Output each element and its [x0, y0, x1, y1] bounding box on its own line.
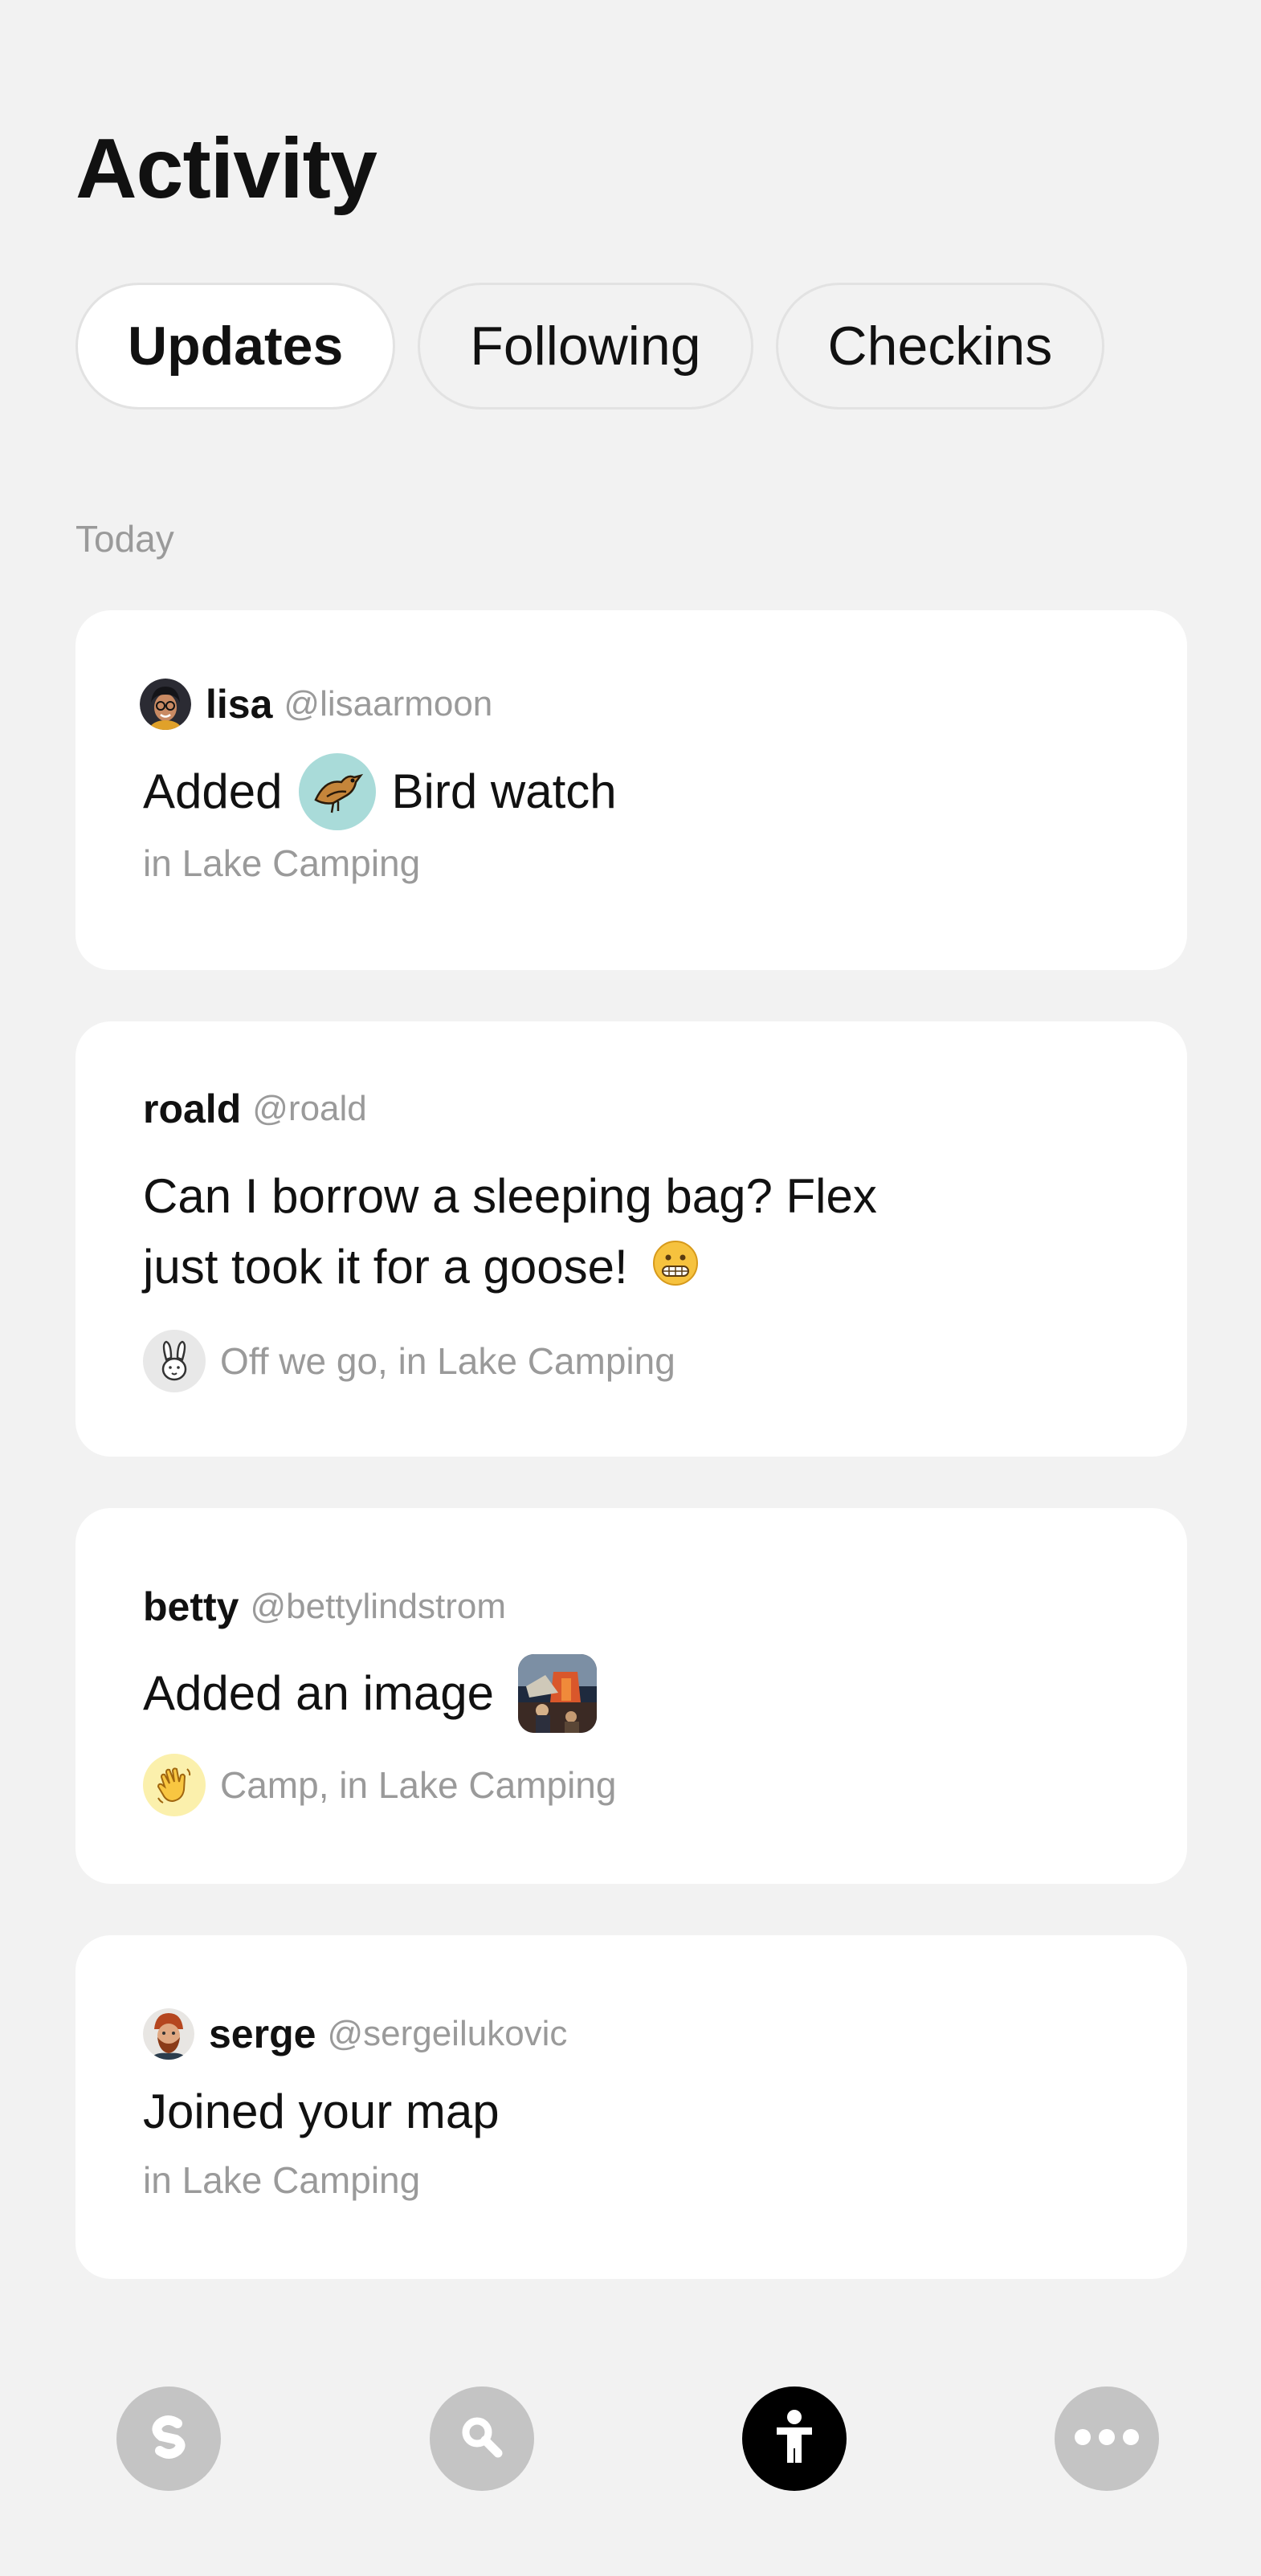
activity-card-betty[interactable]: betty @bettylindstrom Added an image Cam…: [75, 1508, 1187, 1884]
rabbit-icon: [143, 1330, 206, 1393]
card-header: betty @bettylindstrom: [143, 1579, 1120, 1635]
tab-bar: Updates Following Checkins: [75, 283, 1105, 410]
activity-context[interactable]: in Lake Camping: [143, 2158, 1120, 2202]
activity-name[interactable]: Bird watch: [392, 756, 617, 827]
username[interactable]: roald: [143, 1086, 241, 1132]
username[interactable]: betty: [143, 1584, 239, 1630]
username[interactable]: lisa: [206, 681, 272, 728]
card-header: lisa @lisaarmoon: [140, 676, 1120, 732]
activity-context: Camp, in Lake Camping: [220, 1764, 617, 1806]
post-text: Can I borrow a sleeping bag? Flex just t…: [143, 1169, 877, 1294]
image-thumbnail[interactable]: [518, 1654, 597, 1733]
activity-screen: Activity Updates Following Checkins Toda…: [0, 0, 1261, 2576]
tab-checkins[interactable]: Checkins: [775, 283, 1105, 410]
activity-text: Added Bird watch: [143, 753, 1120, 830]
username[interactable]: serge: [209, 2011, 316, 2057]
nav-activity-button[interactable]: [742, 2386, 847, 2491]
activity-card-serge[interactable]: serge @sergeilukovic Joined your map in …: [75, 1935, 1187, 2279]
nav-search-button[interactable]: [430, 2386, 534, 2491]
user-handle: @roald: [252, 1089, 367, 1128]
post-text: Added an image: [143, 1666, 494, 1720]
user-handle: @lisaarmoon: [284, 684, 493, 723]
nav-home-button[interactable]: [116, 2386, 221, 2491]
tab-following[interactable]: Following: [418, 283, 753, 410]
user-handle: @sergeilukovic: [327, 2014, 568, 2053]
waving-hand-icon: [143, 1754, 206, 1816]
home-logo-icon: [141, 2409, 197, 2469]
activity-card-roald[interactable]: roald @roald Can I borrow a sleeping bag…: [75, 1021, 1187, 1457]
card-header: roald @roald: [143, 1081, 1120, 1137]
avatar[interactable]: [140, 679, 191, 730]
user-handle: @bettylindstrom: [250, 1587, 507, 1626]
activity-context: Off we go, in Lake Camping: [220, 1340, 675, 1383]
bottom-nav: [0, 2386, 1261, 2491]
bird-icon: [298, 753, 376, 830]
card-header: serge @sergeilukovic: [143, 2006, 1120, 2062]
activity-verb: Added: [143, 764, 283, 818]
tab-updates[interactable]: Updates: [75, 283, 396, 410]
more-icon: [1073, 2427, 1141, 2451]
activity-context-row[interactable]: Camp, in Lake Camping: [143, 1754, 1120, 1816]
activity-context-row[interactable]: Off we go, in Lake Camping: [143, 1330, 1120, 1393]
search-icon: [456, 2411, 508, 2467]
avatar[interactable]: [143, 2008, 194, 2060]
activity-text: Added an image: [143, 1654, 1120, 1733]
nav-more-button[interactable]: [1055, 2386, 1159, 2491]
activity-person-icon: [769, 2408, 820, 2470]
section-label-today: Today: [75, 518, 174, 560]
activity-text: Can I borrow a sleeping bag? Flex just t…: [143, 1161, 946, 1306]
activity-text: Joined your map: [143, 2085, 500, 2138]
activity-card-lisa[interactable]: lisa @lisaarmoon Added Bird watch in Lak…: [75, 610, 1187, 970]
activity-context[interactable]: in Lake Camping: [143, 842, 1120, 885]
grimacing-face-icon: [652, 1235, 699, 1306]
page-title: Activity: [75, 121, 377, 216]
